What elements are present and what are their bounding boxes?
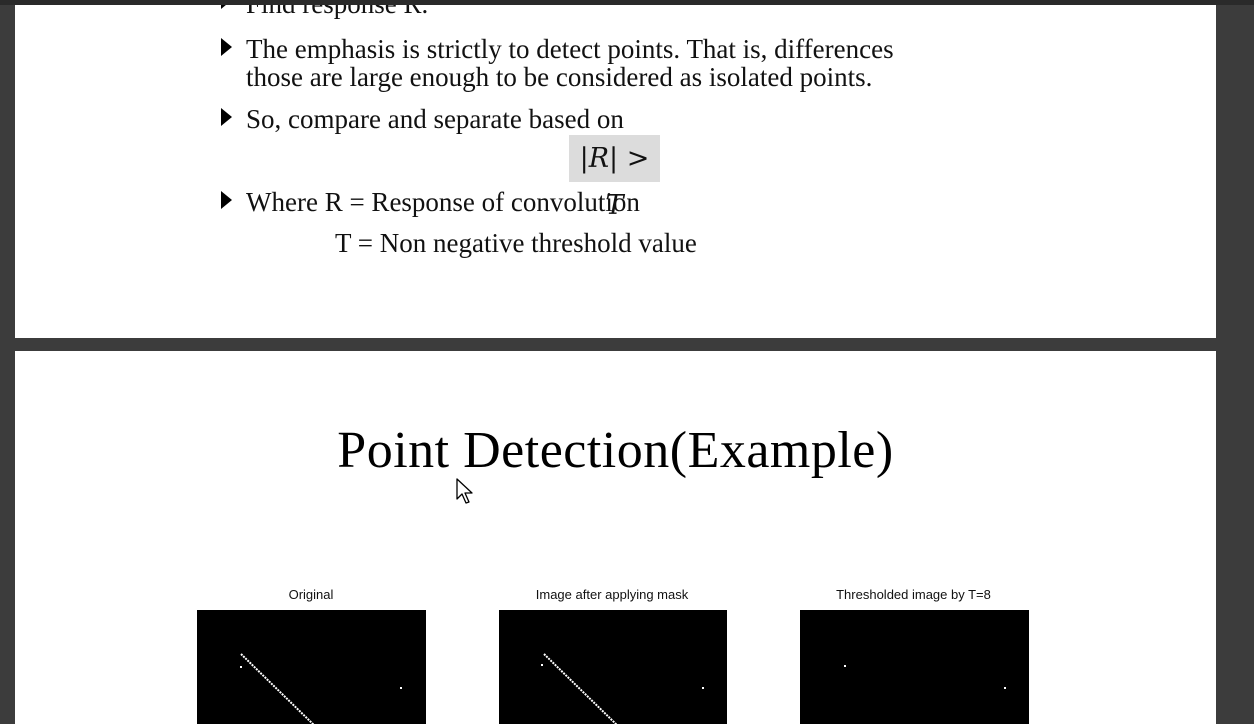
masked-image-graphic (541, 653, 704, 724)
figure-caption-original: Original (288, 587, 334, 602)
bullet-text-2-line2: those are large enough to be considered … (246, 62, 873, 92)
figure-image-mask (499, 610, 727, 724)
slide-title: Point Detection(Example) (337, 422, 894, 479)
bullet-arrow-icon (221, 5, 232, 9)
bullet-arrow-icon (221, 38, 232, 56)
slide-page-1: Find response R. The emphasis is strictl… (15, 5, 1216, 338)
bullet-arrow-icon (221, 191, 232, 209)
bullet-arrow-icon (221, 108, 232, 126)
mouse-pointer-icon (456, 478, 476, 510)
figure-caption-threshold: Thresholded image by T=8 (836, 587, 991, 602)
figure-image-original (197, 610, 426, 724)
thresholded-image-graphic (844, 665, 1006, 689)
original-image-graphic (240, 653, 402, 724)
threshold-formula: |R| > T (569, 135, 660, 221)
bullet-text-3: So, compare and separate based on (246, 104, 624, 134)
threshold-definition: T = Non negative threshold value (335, 228, 697, 258)
slide-page-2: Point Detection(Example) Original Image … (15, 351, 1216, 724)
bullet-text-4: Where R = Response of convolution (246, 187, 640, 217)
figure-caption-mask: Image after applying mask (535, 587, 689, 602)
figure-image-threshold (800, 610, 1029, 724)
bullet-text-1: Find response R. (246, 5, 428, 18)
document-viewer[interactable]: Find response R. The emphasis is strictl… (0, 0, 1254, 724)
bullet-text-2-line1: The emphasis is strictly to detect point… (246, 34, 894, 64)
